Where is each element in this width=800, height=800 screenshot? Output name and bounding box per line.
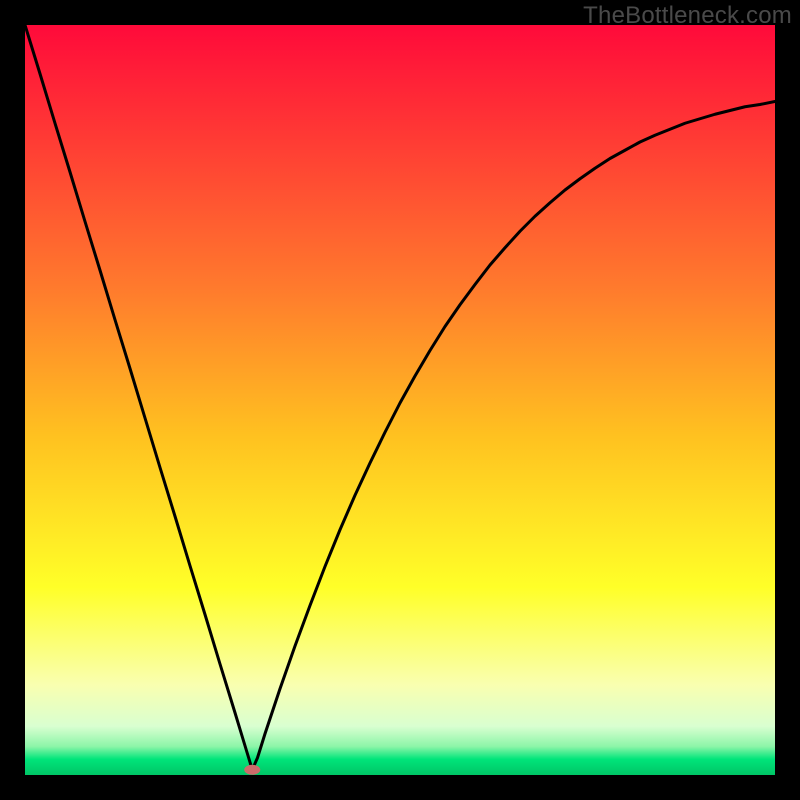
minimum-marker [244, 765, 260, 775]
chart-frame [25, 25, 775, 775]
bottleneck-curve-chart [25, 25, 775, 775]
watermark-text: TheBottleneck.com [583, 2, 792, 30]
plot-area [25, 25, 775, 775]
